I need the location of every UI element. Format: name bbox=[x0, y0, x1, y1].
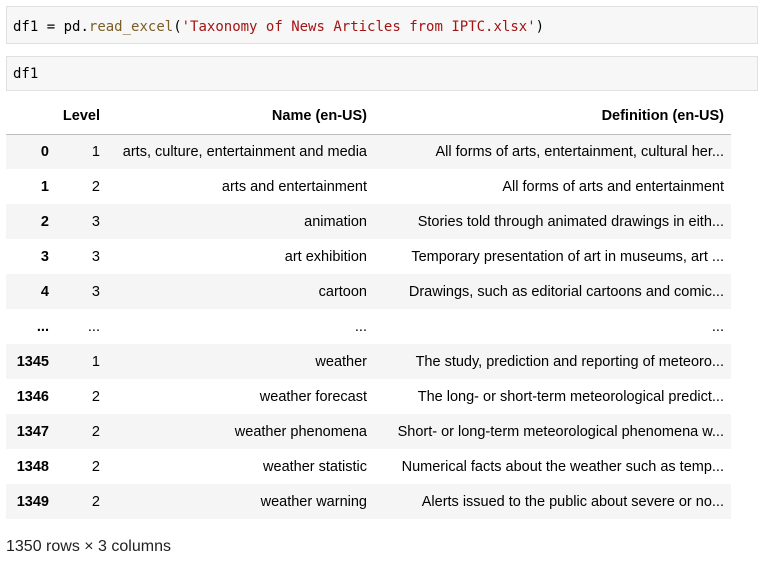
cell-name: art exhibition bbox=[284, 248, 367, 265]
code-token: ( bbox=[173, 19, 182, 35]
cell-level: ... bbox=[87, 318, 100, 335]
row-index: 2 bbox=[40, 213, 49, 230]
cell-level: 2 bbox=[91, 178, 100, 195]
row-index: 3 bbox=[40, 248, 49, 265]
row-index: 1346 bbox=[16, 388, 49, 405]
code-token: pd bbox=[63, 19, 81, 35]
cell-name: arts and entertainment bbox=[221, 178, 367, 195]
cell-name: animation bbox=[304, 213, 367, 230]
cell-definition: Alerts issued to the public about severe… bbox=[421, 493, 724, 510]
column-header-level: Level bbox=[56, 99, 107, 135]
cell-name: weather statistic bbox=[263, 458, 367, 475]
table-row: 4 3 cartoon Drawings, such as editorial car… bbox=[6, 274, 731, 309]
code-token: = bbox=[38, 19, 64, 35]
cell-level: 1 bbox=[91, 353, 100, 370]
table-row: 0 1 arts, culture, entertainment and media… bbox=[6, 134, 731, 169]
cell-level: 3 bbox=[91, 283, 100, 300]
column-header-definition: Definition (en-US) bbox=[374, 99, 731, 135]
code-cell-read-excel[interactable]: df1 = pd.read_excel('Taxonomy of News Ar… bbox=[6, 6, 758, 44]
cell-level: 2 bbox=[91, 388, 100, 405]
cell-definition: Numerical facts about the weather such a… bbox=[401, 458, 724, 475]
cell-level: 2 bbox=[91, 458, 100, 475]
row-index: 1347 bbox=[16, 423, 49, 440]
cell-name: ... bbox=[354, 318, 367, 335]
code-token: . bbox=[80, 19, 89, 35]
table-body: 0 1 arts, culture, entertainment and media… bbox=[6, 134, 731, 519]
table-row: ............ bbox=[6, 309, 731, 344]
cell-definition: The study, prediction and reporting of m… bbox=[415, 353, 724, 370]
code-cell-df1[interactable]: df1 bbox=[6, 56, 758, 91]
cell-name: arts, culture, entertainment and media bbox=[122, 143, 367, 160]
column-header-index bbox=[6, 99, 56, 135]
cell-name: cartoon bbox=[318, 283, 367, 300]
dataframe-table: Level Name (en-US) Definition (en-US) 0 1… bbox=[6, 99, 731, 519]
cell-name: weather bbox=[315, 353, 367, 370]
code-token: 'Taxonomy of News Articles from IPTC.xls… bbox=[181, 19, 536, 35]
row-index: 0 bbox=[40, 143, 49, 160]
cell-level: 2 bbox=[91, 493, 100, 510]
row-index: 4 bbox=[40, 283, 49, 300]
code-token: df1 bbox=[13, 19, 39, 35]
cell-definition: All forms of arts, entertainment, cultur… bbox=[435, 143, 724, 160]
cell-name: weather forecast bbox=[259, 388, 367, 405]
table-row: 1346 2 weather forecast The long- or short-… bbox=[6, 379, 731, 414]
cell-name: weather phenomena bbox=[234, 423, 367, 440]
row-index: ... bbox=[36, 318, 49, 335]
row-index: 1349 bbox=[16, 493, 49, 510]
row-index: 1348 bbox=[16, 458, 49, 475]
table-row: 3 3 art exhibition Temporary presentation o… bbox=[6, 239, 731, 274]
cell-definition: ... bbox=[711, 318, 724, 335]
code-token: ) bbox=[535, 19, 545, 35]
table-row: 1345 1 weather The study, prediction and re… bbox=[6, 344, 731, 379]
table-row: 1349 2 weather warning Alerts issued to the… bbox=[6, 484, 731, 519]
cell-definition: Drawings, such as editorial cartoons and… bbox=[408, 283, 724, 300]
table-header-row: Level Name (en-US) Definition (en-US) bbox=[6, 99, 731, 135]
table-row: 1 2 arts and entertainment All forms of art… bbox=[6, 169, 731, 204]
table-row: 1347 2 weather phenomena Short- or long-ter… bbox=[6, 414, 731, 449]
row-index: 1345 bbox=[16, 353, 49, 370]
code-token: df1 bbox=[13, 66, 39, 82]
column-header-name: Name (en-US) bbox=[107, 99, 374, 135]
cell-name: weather warning bbox=[260, 493, 367, 510]
cell-definition: Temporary presentation of art in museums… bbox=[411, 248, 724, 265]
cell-level: 3 bbox=[91, 213, 100, 230]
cell-level: 3 bbox=[91, 248, 100, 265]
cell-definition: The long- or short-term meteorological p… bbox=[417, 388, 724, 405]
row-index: 1 bbox=[40, 178, 49, 195]
code-token: read_excel bbox=[88, 19, 174, 35]
cell-definition: All forms of arts and entertainment bbox=[502, 178, 724, 195]
table-row: 2 3 animation Stories told through animated… bbox=[6, 204, 731, 239]
table-row: 1348 2 weather statistic Numerical facts ab… bbox=[6, 449, 731, 484]
cell-level: 1 bbox=[91, 143, 100, 160]
dataframe-shape-text: 1350 rows × 3 columns bbox=[6, 538, 171, 555]
cell-definition: Stories told through animated drawings i… bbox=[417, 213, 724, 230]
cell-definition: Short- or long-term meteorological pheno… bbox=[397, 423, 724, 440]
cell-level: 2 bbox=[91, 423, 100, 440]
